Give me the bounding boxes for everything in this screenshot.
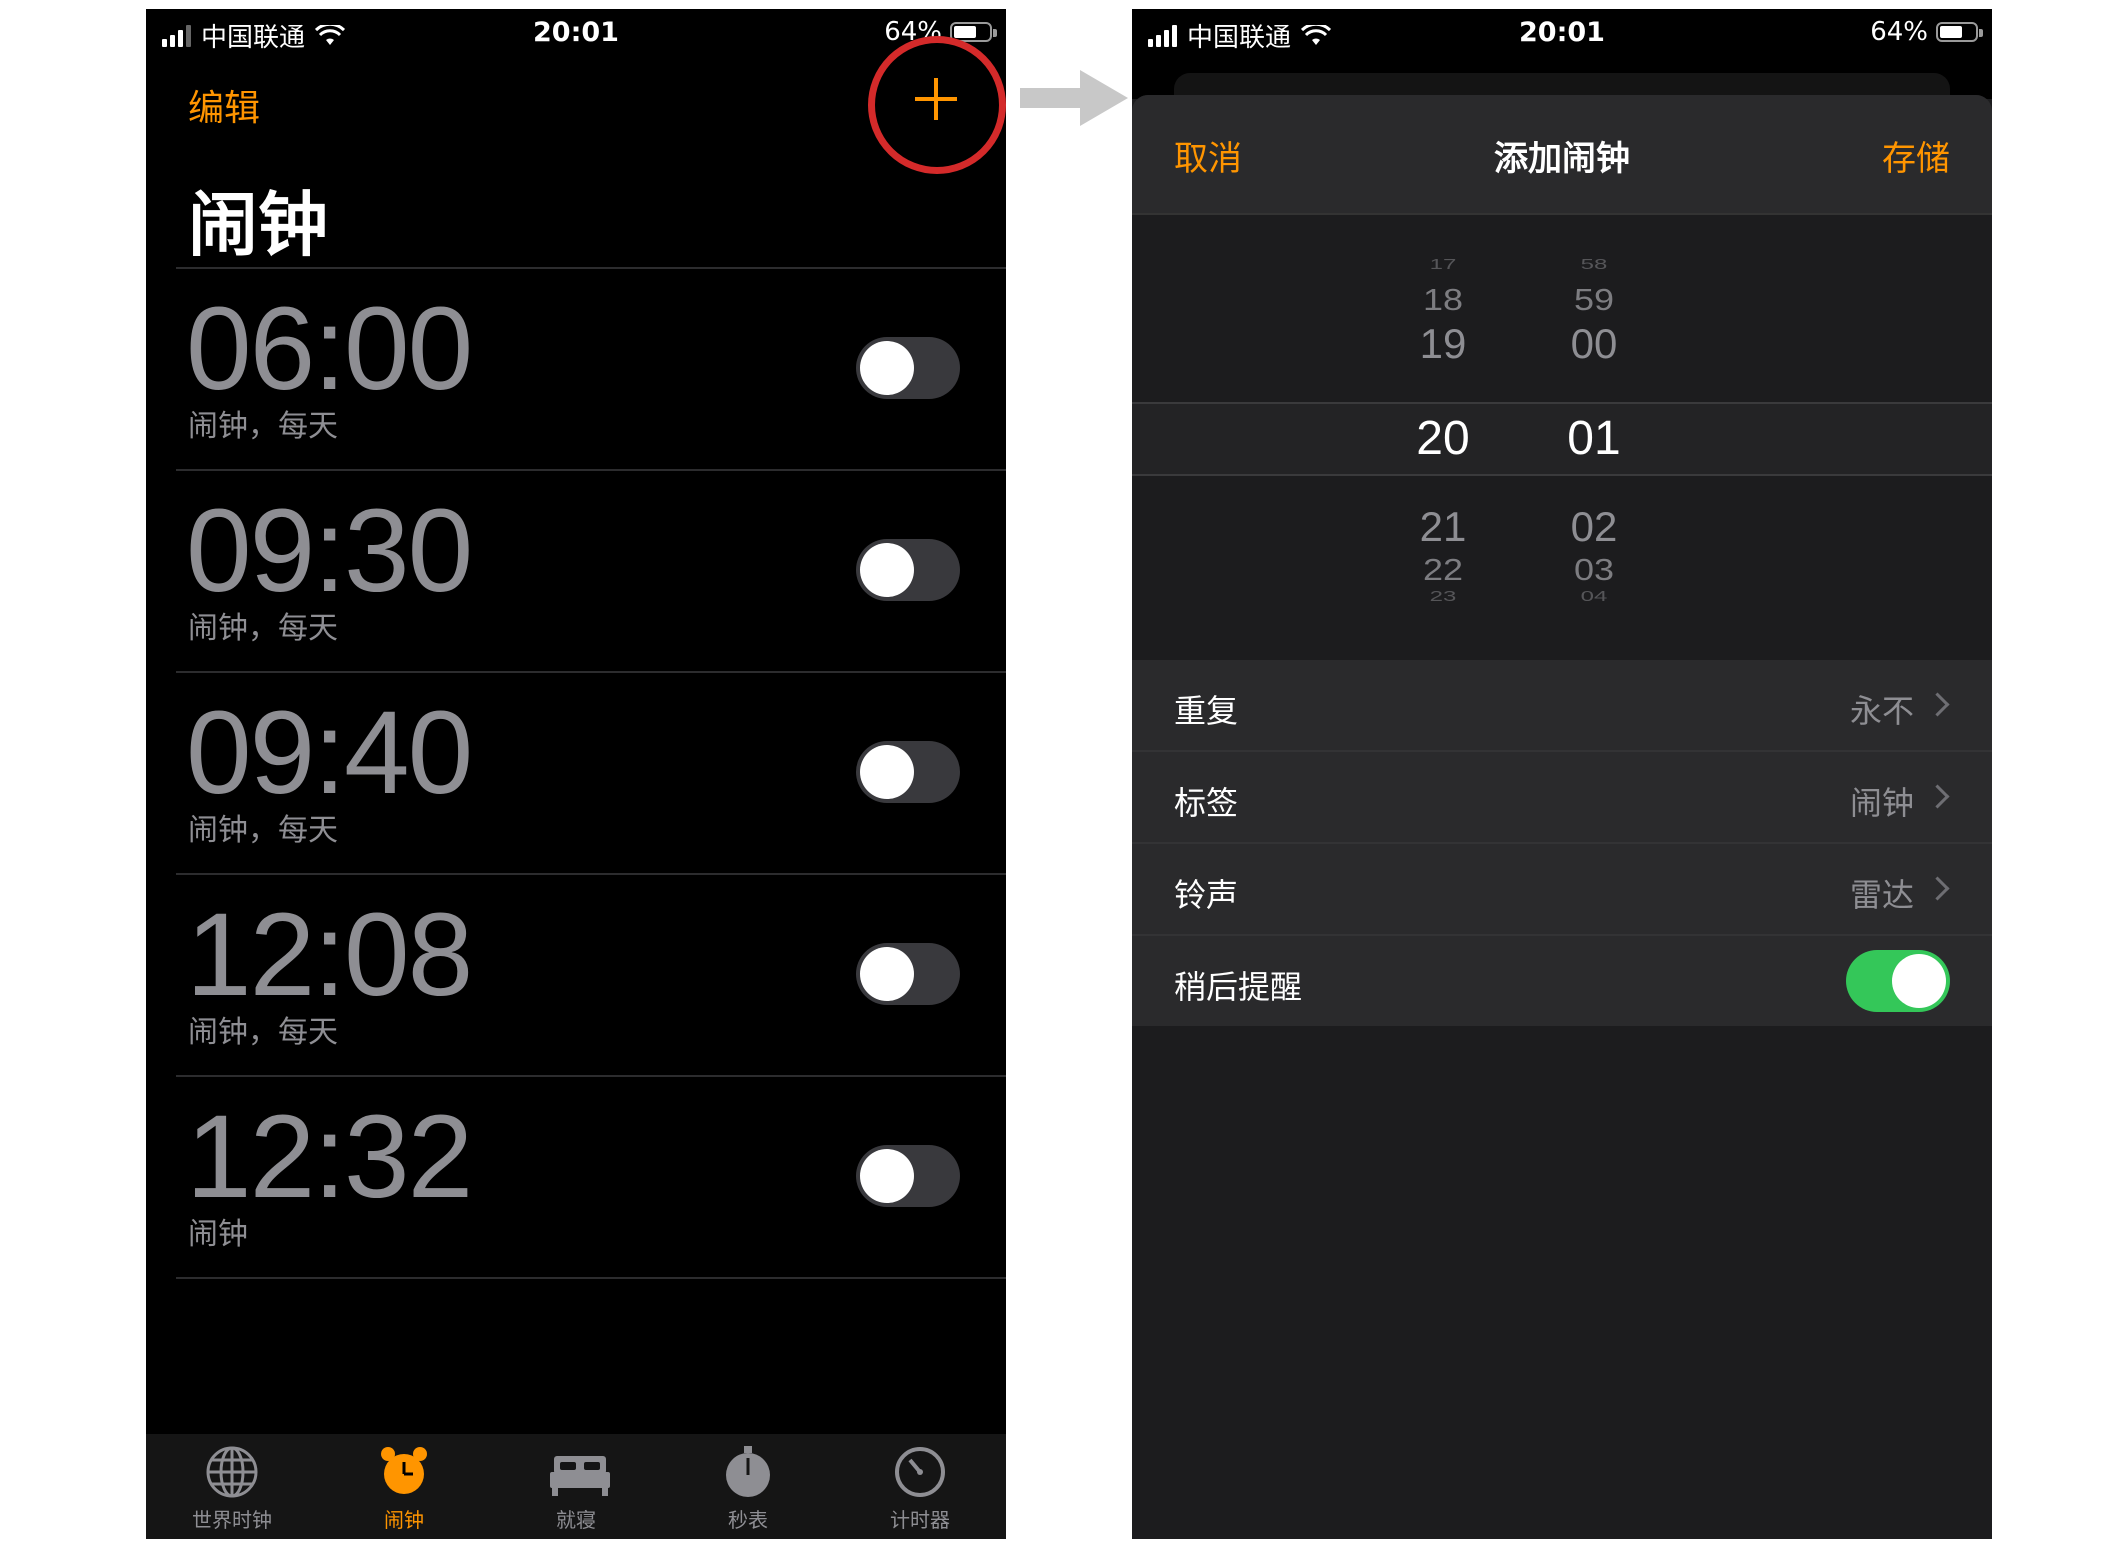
page-title: 闹钟 [188, 184, 328, 266]
picker-value: 19 [1419, 320, 1467, 367]
tab-bedtime[interactable]: 就寝 [490, 1434, 662, 1539]
tab-world-clock[interactable]: 世界时钟 [146, 1434, 318, 1539]
alarm-time: 09:30 [186, 485, 473, 617]
setting-label: 稍后提醒 [1174, 968, 1303, 1006]
setting-label: 重复 [1174, 692, 1239, 730]
tab-bar: 世界时钟 闹钟 就寝 秒表 计时器 [146, 1434, 1006, 1539]
save-button[interactable]: 存储 [1882, 131, 1950, 180]
status-time: 20:01 [533, 17, 619, 48]
highlight-circle [868, 36, 1006, 174]
picker-value: 00 [1570, 320, 1618, 367]
alarm-time: 09:40 [186, 687, 473, 819]
tab-label: 世界时钟 [192, 1508, 272, 1532]
status-time: 20:01 [1519, 17, 1605, 48]
tab-label: 就寝 [556, 1508, 596, 1532]
alarm-list-screen: 中国联通 20:01 64% 编辑 闹钟 06:00 闹钟，每天 09:30 闹… [146, 9, 1006, 1539]
stopwatch-icon [720, 1444, 776, 1500]
alarm-time: 06:00 [186, 283, 473, 415]
picker-value: 02 [1570, 503, 1618, 550]
bed-icon [548, 1444, 610, 1500]
setting-row-sound[interactable]: 铃声 雷达 [1132, 844, 1992, 936]
tab-stopwatch[interactable]: 秒表 [662, 1434, 834, 1539]
alarm-label: 闹钟，每天 [188, 1015, 338, 1050]
time-picker[interactable]: 17 18 19 20 21 22 23 58 59 00 01 02 03 0… [1132, 215, 1992, 615]
setting-row-label[interactable]: 标签 闹钟 [1132, 752, 1992, 844]
arrow-right-icon [1020, 70, 1128, 126]
setting-value: 永不 [1849, 692, 1914, 730]
hour-wheel[interactable]: 17 18 19 20 21 22 23 [1383, 215, 1503, 615]
timer-icon [892, 1444, 948, 1500]
picker-value: 17 [1429, 256, 1457, 273]
chevron-right-icon [1925, 784, 1950, 809]
alarm-row[interactable]: 06:00 闹钟，每天 [176, 267, 1006, 469]
tab-label: 计时器 [890, 1508, 950, 1532]
status-bar: 中国联通 20:01 64% [146, 9, 1006, 61]
picker-value-selected: 01 [1567, 412, 1621, 465]
battery-percent: 64% [1870, 17, 1928, 47]
globe-icon [204, 1444, 260, 1500]
setting-value: 闹钟 [1849, 784, 1914, 822]
picker-value: 18 [1422, 282, 1464, 317]
alarm-label: 闹钟，每天 [188, 611, 338, 646]
snooze-toggle[interactable] [1846, 950, 1950, 1012]
tab-timer[interactable]: 计时器 [834, 1434, 1006, 1539]
alarm-time: 12:32 [186, 1091, 473, 1223]
alarm-clock-icon [376, 1444, 432, 1500]
picker-value: 59 [1573, 282, 1615, 317]
picker-value: 03 [1573, 552, 1615, 587]
picker-value: 22 [1422, 552, 1464, 587]
picker-value: 21 [1419, 503, 1467, 550]
nav-bar: 取消 添加闹钟 存储 [1132, 95, 1992, 215]
alarm-row[interactable]: 12:32 闹钟 [176, 1075, 1006, 1279]
edit-button[interactable]: 编辑 [188, 79, 260, 131]
alarm-toggle[interactable] [856, 943, 960, 1005]
alarm-label: 闹钟，每天 [188, 813, 338, 848]
tab-label: 闹钟 [384, 1508, 424, 1532]
picker-value-selected: 20 [1416, 412, 1470, 465]
chevron-right-icon [1925, 692, 1950, 717]
tab-alarm[interactable]: 闹钟 [318, 1434, 490, 1539]
battery-icon [1936, 22, 1983, 42]
alarm-list: 06:00 闹钟，每天 09:30 闹钟，每天 09:40 闹钟，每天 12:0… [176, 267, 1006, 1279]
alarm-row[interactable]: 12:08 闹钟，每天 [176, 873, 1006, 1075]
alarm-toggle[interactable] [856, 539, 960, 601]
alarm-label: 闹钟 [188, 1217, 248, 1252]
nav-title: 添加闹钟 [1494, 139, 1630, 179]
picker-value: 58 [1580, 256, 1608, 273]
alarm-toggle[interactable] [856, 741, 960, 803]
setting-label: 铃声 [1174, 876, 1239, 914]
alarm-toggle[interactable] [856, 1145, 960, 1207]
setting-row-snooze: 稍后提醒 [1132, 936, 1992, 1026]
add-alarm-sheet: 取消 添加闹钟 存储 17 18 19 20 21 22 23 58 59 00… [1132, 95, 1992, 1539]
add-alarm-screen: 中国联通 20:01 64% 取消 添加闹钟 存储 17 18 19 20 21… [1132, 9, 1992, 1539]
alarm-toggle[interactable] [856, 337, 960, 399]
picker-value: 04 [1580, 588, 1608, 605]
setting-value: 雷达 [1849, 876, 1914, 914]
tab-label: 秒表 [728, 1508, 768, 1532]
chevron-right-icon [1925, 876, 1950, 901]
alarm-label: 闹钟，每天 [188, 409, 338, 444]
alarm-row[interactable]: 09:40 闹钟，每天 [176, 671, 1006, 873]
alarm-time: 12:08 [186, 889, 473, 1021]
status-bar: 中国联通 20:01 64% [1132, 9, 1992, 61]
alarm-row[interactable]: 09:30 闹钟，每天 [176, 469, 1006, 671]
alarm-settings-list: 重复 永不 标签 闹钟 铃声 雷达 稍后提醒 [1132, 660, 1992, 1026]
picker-value: 23 [1429, 588, 1457, 605]
setting-label: 标签 [1174, 784, 1239, 822]
setting-row-repeat[interactable]: 重复 永不 [1132, 660, 1992, 752]
minute-wheel[interactable]: 58 59 00 01 02 03 04 [1534, 215, 1654, 615]
